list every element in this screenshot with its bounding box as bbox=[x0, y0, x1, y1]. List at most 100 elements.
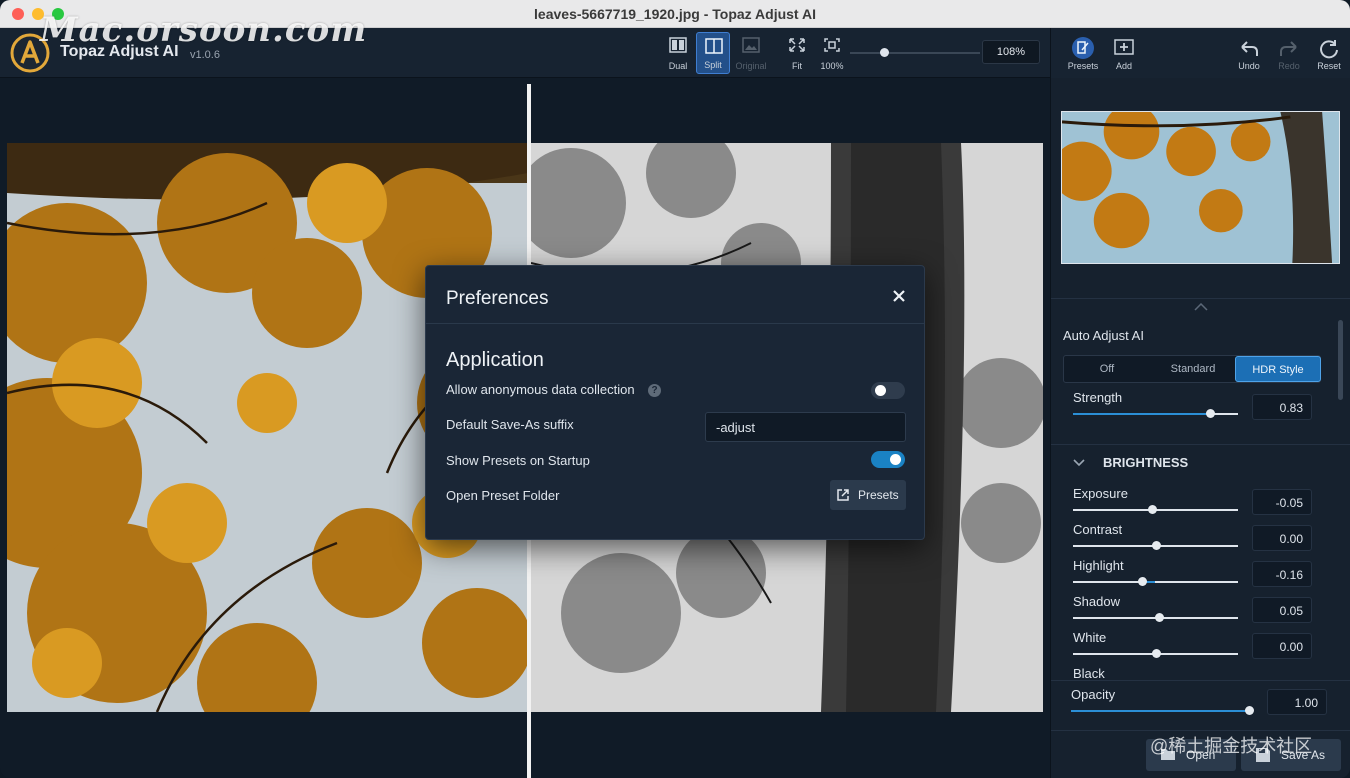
reset-icon bbox=[1320, 40, 1338, 59]
split-view-icon bbox=[705, 38, 723, 54]
anon-data-label: Allow anonymous data collection bbox=[446, 382, 635, 397]
shadow-label: Shadow bbox=[1073, 594, 1120, 609]
mode-hdr-style[interactable]: HDR Style bbox=[1235, 356, 1321, 382]
exposure-label: Exposure bbox=[1073, 486, 1128, 501]
opacity-slider-knob[interactable] bbox=[1245, 706, 1254, 715]
strength-slider-knob[interactable] bbox=[1205, 409, 1215, 418]
slider-knob[interactable] bbox=[1154, 613, 1164, 622]
fit-button[interactable]: Fit bbox=[780, 32, 814, 74]
app-window: leaves-5667719_1920.jpg - Topaz Adjust A… bbox=[0, 0, 1350, 778]
dialog-divider bbox=[426, 323, 924, 324]
panel-divider bbox=[1051, 298, 1350, 299]
split-label: Split bbox=[704, 60, 722, 70]
strength-slider[interactable] bbox=[1073, 409, 1238, 418]
presets-icon bbox=[1072, 37, 1094, 59]
original-label: Original bbox=[735, 61, 767, 71]
anon-data-toggle[interactable] bbox=[871, 382, 905, 399]
reset-label: Reset bbox=[1317, 61, 1341, 71]
opacity-slider[interactable] bbox=[1071, 706, 1254, 715]
white-slider[interactable] bbox=[1073, 649, 1238, 658]
section-heading: Application bbox=[446, 349, 544, 371]
preferences-dialog: Preferences Application Allow anonymous … bbox=[425, 265, 925, 540]
dual-view-button[interactable]: Dual bbox=[661, 32, 695, 74]
suffix-label: Default Save-As suffix bbox=[446, 417, 574, 432]
startup-label: Show Presets on Startup bbox=[446, 453, 590, 468]
contrast-value[interactable]: 0.00 bbox=[1252, 525, 1312, 551]
add-label: Add bbox=[1115, 61, 1132, 71]
open-preset-folder-button[interactable]: Presets bbox=[830, 480, 906, 510]
undo-button[interactable]: Undo bbox=[1231, 34, 1267, 74]
chevron-down-icon[interactable] bbox=[1073, 459, 1085, 467]
highlight-slider[interactable] bbox=[1073, 577, 1238, 586]
contrast-label: Contrast bbox=[1073, 522, 1123, 537]
white-label: White bbox=[1073, 630, 1107, 645]
slider-knob[interactable] bbox=[1151, 541, 1161, 550]
chevron-up-icon[interactable] bbox=[1194, 303, 1208, 311]
suffix-input[interactable]: -adjust bbox=[705, 412, 906, 442]
strength-label: Strength bbox=[1073, 390, 1123, 405]
reset-button[interactable]: Reset bbox=[1311, 34, 1347, 74]
contrast-slider[interactable] bbox=[1073, 541, 1238, 550]
black-label: Black bbox=[1073, 666, 1105, 681]
redo-label: Redo bbox=[1278, 61, 1300, 71]
dual-view-icon bbox=[669, 37, 687, 53]
toggle-knob bbox=[890, 454, 901, 465]
fit-icon bbox=[789, 38, 805, 52]
shadow-value[interactable]: 0.05 bbox=[1252, 597, 1312, 623]
dual-label: Dual bbox=[668, 61, 688, 71]
zoom-value[interactable]: 108% bbox=[982, 40, 1040, 64]
slider-knob[interactable] bbox=[1148, 505, 1158, 514]
split-view-button[interactable]: Split bbox=[696, 32, 730, 74]
highlight-value[interactable]: -0.16 bbox=[1252, 561, 1312, 587]
help-icon[interactable]: ? bbox=[648, 384, 661, 397]
exposure-slider[interactable] bbox=[1073, 505, 1238, 514]
mode-off[interactable]: Off bbox=[1064, 356, 1150, 382]
image-icon bbox=[742, 37, 760, 53]
strength-slider-fill bbox=[1073, 413, 1210, 415]
close-icon[interactable] bbox=[891, 288, 907, 304]
watermark-secondary: @稀土掘金技术社区 bbox=[1150, 736, 1313, 756]
right-panel: Presets Add Undo Redo Reset Auto Adjust … bbox=[1050, 28, 1350, 778]
panel-scrollbar[interactable] bbox=[1338, 320, 1343, 400]
fit-label: Fit bbox=[792, 61, 802, 71]
app-version: v1.0.6 bbox=[190, 49, 220, 61]
zoom-100-button[interactable]: 100% bbox=[815, 32, 849, 74]
exposure-value[interactable]: -0.05 bbox=[1252, 489, 1312, 515]
zoom-slider-knob[interactable] bbox=[880, 48, 889, 57]
toggle-knob bbox=[875, 385, 886, 396]
opacity-value[interactable]: 1.00 bbox=[1267, 689, 1327, 715]
presets-button-label: Presets bbox=[858, 488, 899, 502]
redo-icon bbox=[1280, 41, 1297, 56]
actual-size-icon bbox=[824, 38, 840, 52]
redo-button[interactable]: Redo bbox=[1271, 34, 1307, 74]
add-preset-button[interactable]: Add bbox=[1106, 34, 1142, 74]
slider-knob[interactable] bbox=[1151, 649, 1161, 658]
zoom-100-label: 100% bbox=[820, 61, 844, 71]
dialog-title: Preferences bbox=[446, 288, 549, 309]
mode-standard[interactable]: Standard bbox=[1150, 356, 1236, 382]
slider-knob[interactable] bbox=[1138, 577, 1148, 586]
preset-folder-label: Open Preset Folder bbox=[446, 488, 560, 503]
undo-icon bbox=[1241, 41, 1258, 56]
presets-button[interactable]: Presets bbox=[1065, 34, 1101, 74]
opacity-label: Opacity bbox=[1071, 687, 1116, 702]
highlight-label: Highlight bbox=[1073, 558, 1124, 573]
brightness-heading: BRIGHTNESS bbox=[1103, 455, 1189, 470]
watermark-text: Mac.orsoon.com bbox=[40, 10, 368, 50]
auto-adjust-title: Auto Adjust AI bbox=[1063, 328, 1144, 343]
white-value[interactable]: 0.00 bbox=[1252, 633, 1312, 659]
panel-divider bbox=[1051, 444, 1350, 445]
original-view-button[interactable]: Original bbox=[734, 32, 768, 74]
auto-adjust-mode-selector: Off Standard HDR Style bbox=[1063, 355, 1321, 383]
presets-label: Presets bbox=[1067, 61, 1099, 71]
right-toolbar: Presets Add Undo Redo Reset bbox=[1051, 28, 1350, 78]
presets-startup-toggle[interactable] bbox=[871, 451, 905, 468]
opacity-slider-fill bbox=[1071, 710, 1249, 712]
shadow-slider[interactable] bbox=[1073, 613, 1238, 622]
opacity-section: Opacity 1.00 bbox=[1051, 680, 1350, 730]
undo-label: Undo bbox=[1238, 61, 1260, 71]
navigator-thumbnail[interactable] bbox=[1061, 111, 1340, 264]
zoom-slider-track[interactable] bbox=[850, 52, 980, 54]
add-icon bbox=[1114, 39, 1134, 55]
strength-value[interactable]: 0.83 bbox=[1252, 394, 1312, 420]
